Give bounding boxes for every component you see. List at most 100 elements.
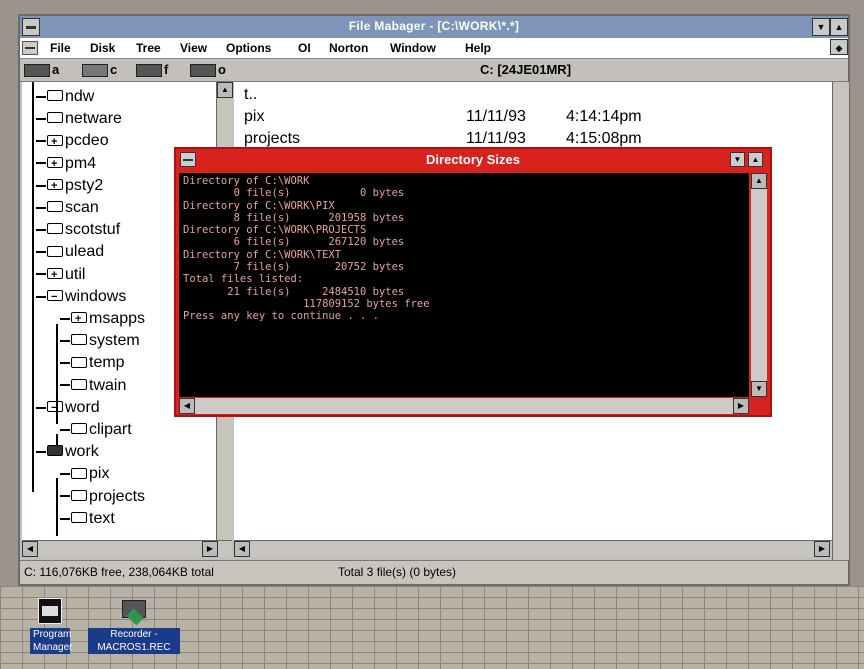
file-horizontal-scrollbar[interactable]: ◀ ▶	[234, 540, 832, 557]
menu-file[interactable]: File	[50, 41, 71, 55]
drive-a[interactable]: a	[24, 62, 59, 78]
document-restore-button[interactable]: ◆	[830, 39, 848, 55]
file-name: t..	[244, 86, 258, 103]
scroll-right-arrow-icon[interactable]: ▶	[202, 541, 218, 557]
maximize-button[interactable]: ▲	[830, 18, 848, 36]
file-date: 11/11/93	[466, 108, 526, 125]
program-manager-icon[interactable]: Program Manager	[30, 596, 72, 654]
floppy-drive-icon	[24, 64, 50, 78]
console-line: 0 file(s) 0 bytes	[183, 187, 405, 200]
folder-icon	[71, 308, 87, 330]
tree-item-windows[interactable]: windows	[36, 286, 126, 308]
menu-help[interactable]: Help	[465, 41, 491, 55]
folder-icon	[47, 90, 63, 102]
folder-icon	[47, 131, 63, 153]
scroll-right-arrow-icon[interactable]: ▶	[733, 398, 749, 414]
tree-item-text[interactable]: text	[60, 508, 115, 530]
hard-drive-icon	[82, 64, 108, 78]
tree-item-twain[interactable]: twain	[60, 375, 126, 397]
volume-label: C: [24JE01MR]	[480, 62, 572, 77]
tree-item-word[interactable]: word	[36, 397, 100, 419]
tree-item-label: util	[65, 265, 86, 283]
tree-connector	[36, 406, 46, 409]
scroll-right-arrow-icon[interactable]: ▶	[814, 541, 830, 557]
console-vertical-scrollbar[interactable]: ▲ ▼	[751, 173, 767, 397]
menu-norton[interactable]: Norton	[329, 41, 368, 55]
tree-connector	[36, 206, 46, 209]
document-system-menu-button[interactable]	[22, 41, 38, 55]
tree-connector	[60, 428, 70, 431]
menu-disk[interactable]: Disk	[90, 41, 115, 55]
tree-item-label: system	[89, 332, 140, 350]
tree-item-label: work	[65, 443, 99, 461]
menu-options[interactable]: Options	[226, 41, 271, 55]
drive-f[interactable]: f	[136, 62, 168, 78]
tree-item-util[interactable]: util	[36, 264, 85, 286]
minimize-button[interactable]: ▼	[812, 18, 830, 36]
folder-icon	[47, 112, 63, 124]
tree-item-temp[interactable]: temp	[60, 352, 125, 374]
tree-connector	[60, 473, 70, 476]
folder-icon	[47, 245, 63, 257]
scroll-left-arrow-icon[interactable]: ◀	[234, 541, 250, 557]
console-horizontal-scrollbar[interactable]: ◀ ▶	[179, 398, 749, 414]
file-name: pix	[244, 108, 265, 125]
menu-view[interactable]: View	[180, 41, 207, 55]
tree-connector	[60, 495, 70, 498]
title-bar[interactable]: File Mabager - [C:\WORK\*.*] ▼ ▲	[20, 16, 848, 38]
tree-item-label: windows	[65, 287, 127, 305]
drive-o[interactable]: o	[190, 62, 226, 78]
tree-item-work[interactable]: work	[36, 441, 99, 463]
file-count-status: Total 3 file(s) (0 bytes)	[338, 565, 457, 579]
drive-c[interactable]: c	[82, 62, 117, 78]
tree-item-scotstuf[interactable]: scotstuf	[36, 219, 120, 241]
tree-item-label: scan	[65, 199, 99, 216]
folder-icon	[71, 467, 87, 479]
folder-icon	[47, 201, 63, 213]
tree-item-ndw[interactable]: ndw	[36, 86, 94, 108]
recorder-icon[interactable]: Recorder - MACROS1.REC	[88, 596, 180, 654]
tree-item-pcdeo[interactable]: pcdeo	[36, 130, 109, 153]
console-line: Directory of C:\WORK\TEXT	[183, 248, 342, 261]
menu-tree[interactable]: Tree	[136, 41, 161, 55]
tree-item-label: ulead	[65, 243, 105, 261]
scroll-down-arrow-icon[interactable]: ▼	[751, 381, 767, 397]
tree-item-msapps[interactable]: msapps	[60, 308, 145, 330]
network-drive-icon	[136, 64, 162, 78]
tree-item-psty2[interactable]: psty2	[36, 175, 103, 197]
tree-connector	[36, 228, 46, 231]
console-line: 7 file(s) 20752 bytes	[183, 261, 405, 274]
tree-item-system[interactable]: system	[60, 330, 140, 352]
console-line: Total files listed:	[183, 273, 304, 286]
console-line: Press any key to continue . . .	[183, 310, 379, 323]
tree-connector	[60, 517, 70, 520]
menu-oi[interactable]: OI	[298, 41, 311, 55]
scroll-left-arrow-icon[interactable]: ◀	[179, 398, 195, 414]
status-bar: C: 116,076KB free, 238,064KB total Total…	[20, 560, 848, 583]
console-line: Directory of C:\WORK\PIX	[183, 199, 335, 212]
tree-horizontal-scrollbar[interactable]: ◀ ▶	[22, 540, 232, 557]
console-line: Directory of C:\WORK	[183, 175, 310, 187]
tree-item-clipart[interactable]: clipart	[60, 419, 132, 441]
console-line: Directory of C:\WORK\PROJECTS	[183, 224, 367, 237]
scroll-left-arrow-icon[interactable]: ◀	[22, 541, 38, 557]
file-vertical-scrollbar[interactable]	[832, 82, 849, 560]
tree-item-pm4[interactable]: pm4	[36, 153, 96, 175]
tree-item-label: psty2	[65, 176, 104, 194]
disk-space-status: C: 116,076KB free, 238,064KB total	[24, 565, 214, 579]
console-line: 21 file(s) 2484510 bytes	[183, 285, 405, 298]
tree-item-netware[interactable]: netware	[36, 108, 122, 130]
directory-sizes-window[interactable]: Directory Sizes ▼ ▲ Directory of C:\WORK…	[174, 147, 772, 417]
maximize-button[interactable]: ▲	[748, 152, 763, 167]
console-line: 6 file(s) 267120 bytes	[183, 236, 405, 249]
scroll-up-arrow-icon[interactable]: ▲	[751, 173, 767, 189]
tree-item-scan[interactable]: scan	[36, 197, 99, 219]
scroll-up-arrow-icon[interactable]: ▲	[217, 82, 233, 98]
tree-item-projects[interactable]: projects	[60, 486, 145, 508]
folder-icon	[71, 512, 87, 524]
tree-item-label: pm4	[65, 154, 97, 172]
minimize-button[interactable]: ▼	[730, 152, 745, 167]
tree-item-ulead[interactable]: ulead	[36, 241, 104, 263]
menu-window[interactable]: Window	[390, 41, 436, 55]
tree-item-pix[interactable]: pix	[60, 463, 109, 485]
